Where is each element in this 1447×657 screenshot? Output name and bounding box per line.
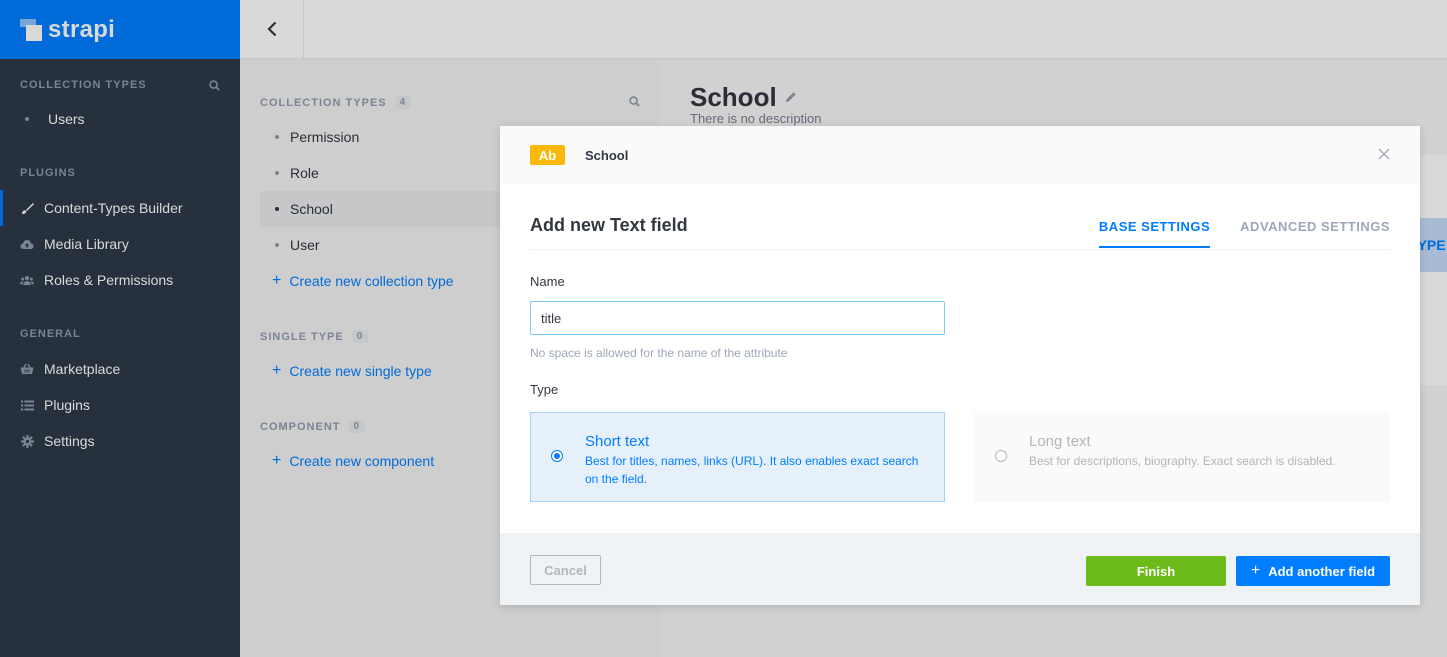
plus-icon: + [1250, 562, 1261, 579]
option-title: Long text [1029, 433, 1091, 450]
type-label: Type [530, 382, 559, 397]
add-field-modal: Ab School Add new Text field BASE SETTIN… [500, 126, 1420, 605]
radio-button-selected[interactable] [551, 450, 563, 462]
option-description: Best for titles, names, links (URL). It … [585, 454, 919, 486]
short-text-option[interactable]: Short text Best for titles, names, links… [530, 412, 945, 502]
finish-button[interactable]: Finish [1086, 556, 1226, 586]
modal-content-type-name: School [585, 147, 629, 163]
settings-tabs: BASE SETTINGS ADVANCED SETTINGS [1069, 219, 1390, 248]
modal-header: Ab School [500, 126, 1420, 184]
name-label: Name [530, 274, 565, 289]
name-hint: No space is allowed for the name of the … [530, 346, 788, 360]
add-another-field-button[interactable]: + Add another field [1236, 556, 1390, 586]
close-icon[interactable] [1378, 144, 1390, 165]
option-title: Short text [585, 433, 650, 450]
text-field-type-icon: Ab [530, 145, 565, 165]
option-description: Best for descriptions, biography. Exact … [1029, 454, 1336, 468]
tab-base-settings[interactable]: BASE SETTINGS [1098, 219, 1211, 248]
tab-advanced-settings[interactable]: ADVANCED SETTINGS [1240, 219, 1390, 248]
modal-footer: Cancel Finish + Add another field [500, 533, 1420, 605]
radio-button[interactable] [995, 450, 1007, 462]
divider [530, 249, 1390, 250]
name-input[interactable] [530, 301, 945, 335]
cancel-button[interactable]: Cancel [530, 555, 601, 585]
long-text-option[interactable]: Long text Best for descriptions, biograp… [974, 412, 1390, 502]
modal-title: Add new Text field [530, 215, 688, 235]
